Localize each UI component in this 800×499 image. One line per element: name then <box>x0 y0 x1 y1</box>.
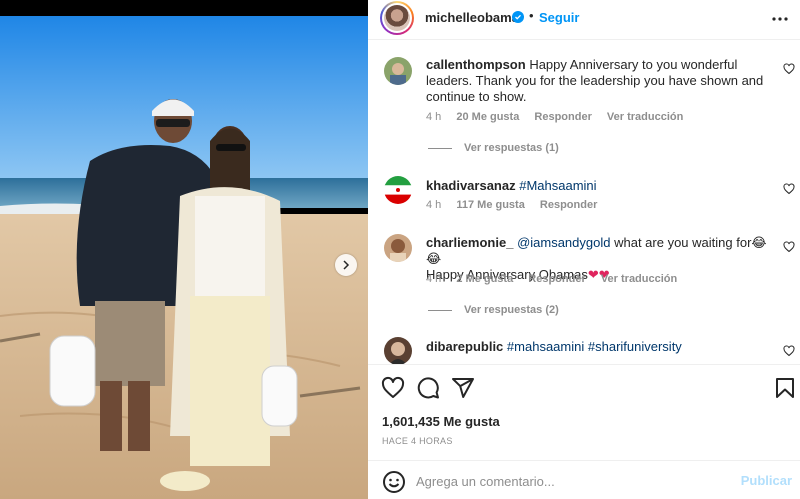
emoji-icon[interactable] <box>382 470 406 494</box>
comment-heart-icon[interactable] <box>783 183 795 195</box>
chevron-right-icon <box>343 260 350 270</box>
verified-badge-icon <box>512 11 524 23</box>
comment-username[interactable]: dibarepublic <box>426 339 503 354</box>
comment-avatar[interactable] <box>384 176 412 204</box>
comment-content: what are you waiting for <box>614 235 752 250</box>
post-likes-count[interactable]: 1,601,435 Me gusta <box>382 414 500 429</box>
comment-likes[interactable]: 2 Me gusta <box>456 273 513 285</box>
mention-link[interactable]: @iamsandygold <box>517 235 610 250</box>
comment-time[interactable]: 4 h <box>426 199 441 211</box>
comment-meta: 4 h 20 Me gusta Responder Ver traducción <box>426 111 695 123</box>
post-actions <box>368 372 800 408</box>
translate-button[interactable]: Ver traducción <box>607 111 683 123</box>
comment-text: khadivarsanaz #Mahsaamini <box>426 178 771 194</box>
comment-likes[interactable]: 20 Me gusta <box>456 111 519 123</box>
post-header: michelleobama • Seguir <box>368 0 800 40</box>
author-avatar[interactable] <box>380 1 414 35</box>
view-replies-label: Ver respuestas (2) <box>464 304 559 316</box>
view-replies-button[interactable]: Ver respuestas (2) <box>428 304 559 316</box>
comment-heart-icon[interactable] <box>783 63 795 75</box>
reply-button[interactable]: Responder <box>540 199 597 211</box>
reply-button[interactable]: Responder <box>528 273 585 285</box>
view-replies-label: Ver respuestas (1) <box>464 142 559 154</box>
section-divider <box>368 364 800 365</box>
header-separator: • <box>529 8 534 23</box>
comment-avatar[interactable] <box>384 234 412 262</box>
hashtag-link[interactable]: #mahsaamini <box>507 339 584 354</box>
comment-username[interactable]: charliemonie_ <box>426 235 513 250</box>
next-photo-button[interactable] <box>335 254 357 276</box>
comment-icon[interactable] <box>416 376 440 400</box>
comment-avatar[interactable] <box>384 57 412 85</box>
comment-heart-icon[interactable] <box>783 241 795 253</box>
comment-avatar[interactable] <box>384 337 412 364</box>
hashtag-link[interactable]: #sharifuniversity <box>588 339 682 354</box>
follow-button[interactable]: Seguir <box>539 10 579 25</box>
comment-text: dibarepublic #mahsaamini #sharifuniversi… <box>426 339 771 355</box>
reply-button[interactable]: Responder <box>534 111 591 123</box>
comment-text: callenthompson Happy Anniversary to you … <box>426 57 771 105</box>
comment-heart-icon[interactable] <box>783 345 795 357</box>
translate-button[interactable]: Ver traducción <box>601 273 677 285</box>
comment-meta: 4 h 117 Me gusta Responder <box>426 199 609 211</box>
comment-time[interactable]: 4 h <box>426 111 441 123</box>
more-options-icon[interactable] <box>770 9 790 29</box>
comment-username[interactable]: khadivarsanaz <box>426 178 516 193</box>
beach-photo-image <box>0 16 368 499</box>
view-replies-button[interactable]: Ver respuestas (1) <box>428 142 559 154</box>
add-comment-row: Publicar <box>368 461 800 499</box>
post-side-panel: michelleobama • Seguir callenthompson Ha… <box>368 0 800 499</box>
comments-list[interactable]: callenthompson Happy Anniversary to you … <box>368 41 800 364</box>
comment-input[interactable] <box>416 470 736 492</box>
heart-icon[interactable] <box>381 376 405 400</box>
iran-flag-icon <box>384 176 412 204</box>
publish-button[interactable]: Publicar <box>741 473 792 488</box>
comment-time[interactable]: 4 h <box>426 273 441 285</box>
share-icon[interactable] <box>451 376 475 400</box>
comment-username[interactable]: callenthompson <box>426 57 526 72</box>
save-icon[interactable] <box>773 376 797 400</box>
post-timestamp[interactable]: HACE 4 HORAS <box>382 436 453 446</box>
hashtag-link[interactable]: #Mahsaamini <box>519 178 596 193</box>
post-photo[interactable] <box>0 16 368 499</box>
comment-likes[interactable]: 117 Me gusta <box>456 199 524 211</box>
author-username[interactable]: michelleobama <box>425 10 519 25</box>
comment-meta: 4 h 2 Me gusta Responder Ver traducción <box>426 273 689 285</box>
